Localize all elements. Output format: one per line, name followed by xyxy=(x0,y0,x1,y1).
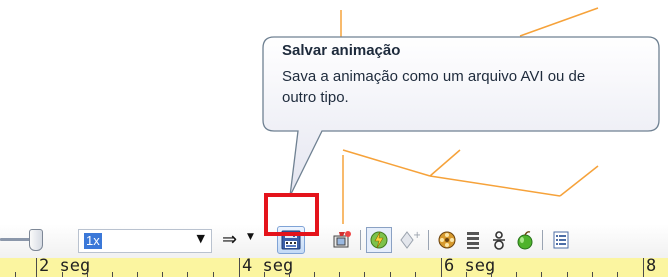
add-key-button[interactable]: + xyxy=(396,227,422,253)
ruler-minor-tick xyxy=(592,272,593,277)
ruler-minor-tick xyxy=(289,272,290,277)
tooltip-title: Salvar animação xyxy=(282,42,401,59)
toolbar-separator xyxy=(360,230,361,250)
stack-icon xyxy=(467,232,479,249)
ruler-minor-tick xyxy=(466,272,467,277)
svg-text:+: + xyxy=(413,230,420,241)
ruler-major-tick xyxy=(441,258,442,277)
speed-slider-track[interactable] xyxy=(0,238,30,241)
ruler-minor-tick xyxy=(162,272,163,277)
chevron-down-icon[interactable]: ▼ xyxy=(197,232,205,245)
film-reel-icon xyxy=(438,231,456,249)
save-animation-tooltip: Salvar animação Sava a animação como um … xyxy=(262,36,668,196)
ruler-minor-tick xyxy=(213,272,214,277)
toolbar-separator xyxy=(542,230,543,250)
ruler-major-tick xyxy=(643,258,644,277)
ruler-minor-tick xyxy=(617,272,618,277)
dropdown-arrow-icon[interactable]: ▼ xyxy=(247,232,254,242)
tooltip-balloon xyxy=(262,36,660,196)
scissors-icon xyxy=(493,231,505,250)
save-button-highlight xyxy=(264,193,319,236)
ruler-label-6s: 6 seg xyxy=(444,258,496,276)
ruler-minor-tick xyxy=(491,272,492,277)
ruler-label-4s: 4 seg xyxy=(242,258,294,276)
toolbar-separator xyxy=(428,230,429,250)
apple-button[interactable] xyxy=(512,227,538,253)
lightning-icon xyxy=(370,231,388,249)
apple-icon xyxy=(517,231,533,250)
ruler-minor-tick xyxy=(339,272,340,277)
ruler-minor-tick xyxy=(541,272,542,277)
ruler-minor-tick xyxy=(516,272,517,277)
ruler-minor-tick xyxy=(415,272,416,277)
stack-button[interactable] xyxy=(460,227,486,253)
ruler-minor-tick xyxy=(314,272,315,277)
list-button[interactable] xyxy=(548,227,574,253)
ruler-minor-tick xyxy=(87,272,88,277)
ruler-minor-tick xyxy=(364,272,365,277)
ruler-minor-tick xyxy=(15,272,16,277)
ruler-major-tick xyxy=(239,258,240,277)
autokey-button[interactable] xyxy=(366,227,392,253)
add-key-icon: + xyxy=(400,230,420,249)
ruler-minor-tick xyxy=(390,272,391,277)
playback-speed-value: 1x xyxy=(84,233,102,249)
speed-slider-thumb[interactable] xyxy=(29,229,43,251)
animation-toolbar: 1x ▼ ⇒ ▼ + xyxy=(0,224,668,258)
list-icon xyxy=(553,231,569,249)
ruler-minor-tick xyxy=(62,272,63,277)
ruler-minor-tick xyxy=(567,272,568,277)
ruler-minor-tick xyxy=(187,272,188,277)
play-arrow-icon[interactable]: ⇒ xyxy=(222,229,237,251)
playback-speed-select[interactable]: 1x ▼ xyxy=(78,229,212,253)
ruler-major-tick xyxy=(36,258,37,277)
ruler-minor-tick xyxy=(137,272,138,277)
camera-icon xyxy=(333,231,351,248)
ruler-label-8s: 8 s xyxy=(646,258,668,276)
scissors-button[interactable] xyxy=(486,227,512,253)
record-camera-button[interactable] xyxy=(329,227,355,253)
ruler-minor-tick xyxy=(264,272,265,277)
film-reel-button[interactable] xyxy=(434,227,460,253)
ruler-minor-tick xyxy=(112,272,113,277)
ruler-label-2s: 2 seg xyxy=(39,258,91,276)
timeline-ruler[interactable]: 2 seg 4 seg 6 seg 8 s xyxy=(0,258,668,277)
tooltip-description: Sava a animação como um arquivo AVI ou d… xyxy=(282,68,586,106)
